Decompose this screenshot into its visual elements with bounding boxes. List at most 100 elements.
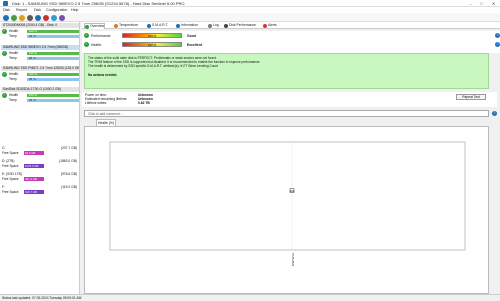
health-percent: 100 % — [147, 43, 157, 47]
drive-size: (237.7 GB) — [60, 146, 77, 150]
temp-bar: 38 °C — [27, 57, 79, 60]
status-summary: ✓ Performance: 100 % Good ? ✓ Health: 10… — [82, 31, 500, 53]
tab-overview[interactable]: Overview — [84, 23, 106, 29]
free-space-label: Free Space — [2, 177, 19, 181]
health-chart: 100 07.05.2024 — [84, 126, 489, 294]
status-line: The health is determined by SSD specific… — [88, 64, 218, 68]
toolbar — [0, 13, 500, 22]
chart-icon[interactable] — [59, 15, 65, 21]
free-space-bar: 106.7 GB — [24, 190, 44, 194]
ok-icon: ✓ — [2, 72, 7, 77]
free-space-bar: 451.4 GB — [24, 177, 44, 181]
writes-label: Lifetime writes: — [85, 101, 107, 105]
window-title: Disk: 1 - SAMSUNG SSD 980EVO 2.5 7mm 256… — [12, 1, 185, 6]
health-row: ✓ Health: 100 % Excellent ? — [84, 42, 500, 48]
report-icon[interactable] — [19, 15, 25, 21]
temp-label: Temp — [9, 56, 17, 60]
alert-icon[interactable] — [43, 15, 49, 21]
lifetime-info: Power on time: Unknown Estimated remaini… — [82, 92, 497, 107]
menu-configuration[interactable]: Configuration — [46, 8, 67, 12]
drive-item[interactable]: D: (2TB) (1863.0 GB) Free Space 1270.3 G… — [0, 159, 80, 170]
performance-label: Performance: — [91, 34, 112, 38]
disk-item[interactable]: SanDisk SDSSDA-1T00-G (1000.2 GB) ✓ Heal… — [0, 87, 80, 111]
help-icon[interactable]: ? — [495, 42, 500, 47]
disk-header: ST2000DM008 (2000.4 GB) - Disk: 0 — [1, 23, 79, 28]
disk-list-pane: ST2000DM008 (2000.4 GB) - Disk: 0 ✓ Heal… — [0, 22, 80, 294]
help-icon[interactable]: ? — [492, 111, 497, 116]
performance-percent: 100 % — [147, 34, 157, 38]
chart-tab-health[interactable]: Health (%) — [96, 119, 116, 126]
free-space-bar: 52.3 GB — [24, 151, 44, 155]
drive-size: (119.2 GB) — [61, 185, 77, 189]
comment-placeholder: Click to add comment ... — [88, 112, 124, 116]
status-description: The status of the solid state disk is PE… — [84, 53, 489, 89]
comment-field[interactable]: Click to add comment ... ? — [84, 110, 497, 117]
health-label: Health: — [91, 43, 102, 47]
x-tick-label: 07.05.2024 — [291, 253, 295, 267]
temp-label: Temp — [9, 98, 17, 102]
free-space-bar: 1270.3 GB — [24, 164, 44, 168]
menu-report[interactable]: Report — [16, 8, 27, 12]
ok-icon: ✓ — [2, 93, 7, 98]
disk-item[interactable]: ST2000DM008 (2000.4 GB) - Disk: 0 ✓ Heal… — [0, 23, 80, 47]
health-bar: 100 % — [122, 42, 182, 47]
check-icon: ✓ — [84, 33, 89, 38]
title-bar: Disk: 1 - SAMSUNG SSD 980EVO 2.5 7mm 256… — [0, 0, 500, 7]
maximize-button[interactable]: □ — [477, 1, 486, 6]
free-space-label: Free Space — [2, 164, 19, 168]
health-bar: 100 % — [27, 73, 79, 76]
writes-value: 0.82 TB — [138, 101, 150, 105]
free-space-label: Free Space — [2, 190, 19, 194]
check-icon: ✓ — [84, 42, 89, 47]
repeat-test-button[interactable]: Repeat Test — [456, 94, 486, 100]
ok-icon: ✓ — [2, 29, 7, 34]
temp-bar: 33 °C — [27, 99, 79, 102]
tab-disk-performance[interactable]: Disk Performance — [224, 23, 256, 29]
temp-bar: 35 °C — [27, 78, 79, 81]
disk-header: SanDisk SDSSDA-1T00-G (1000.2 GB) — [1, 87, 79, 92]
temp-bar: 43 °C — [27, 35, 79, 38]
status-bar: Status last updated: 07.05.2024 Tuesday … — [0, 294, 500, 301]
drive-name: F: — [2, 185, 5, 189]
close-button[interactable]: ✕ — [489, 1, 498, 6]
minimize-button[interactable]: – — [466, 1, 475, 6]
performance-word: Good — [187, 34, 196, 38]
test-icon[interactable] — [11, 15, 17, 21]
info-icon[interactable] — [35, 15, 41, 21]
health-bar: 100 % — [27, 52, 79, 55]
chart-svg: 100 07.05.2024 — [109, 141, 466, 267]
menu-disk[interactable]: Disk — [3, 8, 10, 12]
drive-item[interactable]: C: (237.7 GB) Free Space 52.3 GB — [0, 146, 80, 157]
tab-smart[interactable]: S.M.A.R.T. — [147, 23, 168, 29]
data-label: 100 — [290, 189, 295, 193]
health-bar: 100 % — [27, 94, 79, 97]
performance-bar: 100 % — [122, 33, 182, 38]
health-word: Excellent — [187, 43, 202, 47]
status-bar-text: Status last updated: 07.05.2024 Tuesday … — [2, 296, 82, 300]
disk-header: SAMSUNG SSD 980EVO 2.5 7mm (256GB) — [1, 45, 79, 50]
action-note: No actions needed. — [88, 73, 118, 77]
tab-temperature[interactable]: Temperature — [114, 23, 138, 29]
drive-size: (1863.0 GB) — [59, 159, 77, 163]
plot-frame — [109, 141, 466, 251]
disk-icon[interactable] — [51, 15, 57, 21]
temp-label: Temp — [9, 77, 17, 81]
refresh-icon[interactable] — [3, 15, 9, 21]
health-bar: 100 % — [27, 30, 79, 33]
help-icon[interactable]: ? — [495, 33, 500, 38]
tab-log[interactable]: Log — [208, 23, 219, 29]
drive-size: (976.6 GB) — [60, 172, 77, 176]
temp-label: Temp — [9, 34, 17, 38]
tab-alerts[interactable]: Alerts — [263, 23, 277, 29]
drive-name: D: (2TB) — [2, 159, 15, 163]
drive-item[interactable]: F: (119.2 GB) Free Space 106.7 GB — [0, 185, 80, 196]
free-space-label: Free Space — [2, 151, 19, 155]
ok-icon: ✓ — [2, 51, 7, 56]
tab-information[interactable]: Information — [176, 23, 198, 29]
tab-bar: Overview Temperature S.M.A.R.T. Informat… — [82, 22, 500, 29]
drive-item[interactable]: E: (SSD 1TB) (976.6 GB) Free Space 451.4… — [0, 172, 80, 183]
menu-disk-2[interactable]: Disk — [34, 8, 41, 12]
settings-icon[interactable] — [27, 15, 33, 21]
performance-row: ✓ Performance: 100 % Good ? — [84, 33, 500, 39]
menu-help[interactable]: Help — [71, 8, 78, 12]
